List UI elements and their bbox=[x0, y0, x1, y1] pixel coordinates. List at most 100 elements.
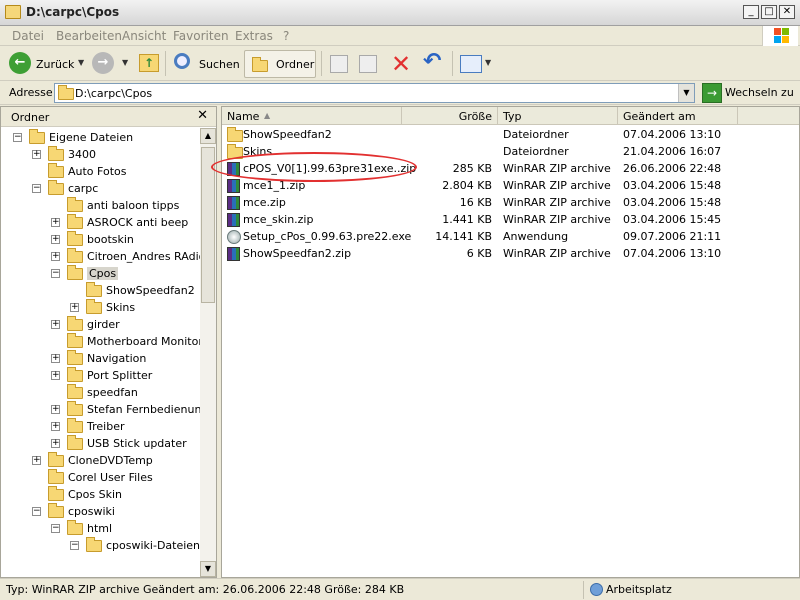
file-row[interactable]: ShowSpeedfan2 Dateiordner 07.04.2006 13:10 bbox=[222, 126, 782, 143]
computer-icon bbox=[590, 583, 603, 596]
tree-item-label: Stefan Fernbedienung bbox=[87, 403, 209, 416]
minimize-button[interactable]: _ bbox=[743, 5, 759, 19]
copy-to-icon[interactable] bbox=[359, 55, 377, 73]
file-modified: 03.04.2006 15:48 bbox=[623, 196, 722, 209]
column-name-label: Name bbox=[227, 110, 260, 123]
collapse-icon[interactable]: − bbox=[51, 524, 60, 533]
expand-icon[interactable]: + bbox=[51, 235, 60, 244]
folders-button[interactable]: Ordner bbox=[244, 50, 316, 78]
folder-icon bbox=[86, 537, 102, 552]
tree-item-label: Navigation bbox=[87, 352, 147, 365]
file-row[interactable]: Setup_cPos_0.99.63.pre22.exe 14.141 KB Anw… bbox=[222, 228, 782, 245]
menu-datei[interactable]: Datei bbox=[12, 29, 44, 43]
back-button[interactable]: Zurück bbox=[36, 58, 74, 71]
column-size[interactable]: Größe bbox=[402, 107, 498, 125]
column-modified[interactable]: Geändert am bbox=[618, 107, 738, 125]
views-icon[interactable] bbox=[460, 55, 482, 73]
expand-icon[interactable]: + bbox=[70, 303, 79, 312]
file-row[interactable]: mce_skin.zip 1.441 KB WinRAR ZIP archive 03… bbox=[222, 211, 782, 228]
collapse-icon[interactable]: − bbox=[32, 507, 41, 516]
folder-icon bbox=[67, 333, 83, 348]
list-header: Name ▲ Größe Typ Geändert am bbox=[222, 107, 799, 125]
delete-icon[interactable]: ✕ bbox=[391, 50, 411, 78]
tree-item-label: html bbox=[87, 522, 113, 535]
go-button[interactable]: Wechseln zu bbox=[725, 86, 794, 99]
expand-icon[interactable]: + bbox=[51, 405, 60, 414]
views-dropdown-icon[interactable]: ▼ bbox=[485, 58, 491, 67]
collapse-icon[interactable]: − bbox=[51, 269, 60, 278]
maximize-button[interactable]: □ bbox=[761, 5, 777, 19]
search-icon[interactable] bbox=[174, 53, 190, 69]
file-modified: 03.04.2006 15:45 bbox=[623, 213, 722, 226]
address-dropdown-icon[interactable]: ▼ bbox=[678, 84, 694, 102]
file-row[interactable]: ShowSpeedfan2.zip 6 KB WinRAR ZIP archive 0… bbox=[222, 245, 782, 262]
tree-item-label: bootskin bbox=[87, 233, 134, 246]
tree-item-label: speedfan bbox=[87, 386, 138, 399]
expand-icon[interactable]: + bbox=[51, 218, 60, 227]
menu-help[interactable]: ? bbox=[283, 29, 289, 43]
close-button[interactable]: ✕ bbox=[779, 5, 795, 19]
file-modified: 07.04.2006 13:10 bbox=[623, 247, 722, 260]
expand-icon[interactable]: + bbox=[32, 150, 41, 159]
file-name: ShowSpeedfan2 bbox=[243, 128, 332, 141]
forward-arrow-icon[interactable]: → bbox=[92, 52, 114, 74]
title-bar[interactable]: D:\carpc\Cpos _ □ ✕ bbox=[0, 0, 800, 26]
scroll-up-icon[interactable]: ▲ bbox=[200, 128, 216, 144]
menu-bearbeiten[interactable]: Bearbeiten bbox=[56, 29, 122, 43]
undo-icon[interactable]: ↶ bbox=[423, 49, 441, 74]
expand-icon[interactable]: + bbox=[51, 371, 60, 380]
status-zone: Arbeitsplatz bbox=[606, 583, 672, 596]
collapse-icon[interactable]: − bbox=[32, 184, 41, 193]
file-type: Dateiordner bbox=[503, 145, 569, 158]
column-type[interactable]: Typ bbox=[498, 107, 618, 125]
file-modified: 21.04.2006 16:07 bbox=[623, 145, 722, 158]
address-input[interactable]: D:\carpc\Cpos ▼ bbox=[54, 83, 695, 103]
tree-item-label: USB Stick updater bbox=[87, 437, 187, 450]
close-icon[interactable]: ✕ bbox=[197, 108, 208, 123]
tree-item-label: Skins bbox=[106, 301, 136, 314]
file-modified: 26.06.2006 22:48 bbox=[623, 162, 722, 175]
expand-icon[interactable]: + bbox=[51, 320, 60, 329]
expand-icon[interactable]: + bbox=[51, 252, 60, 261]
back-dropdown-icon[interactable]: ▼ bbox=[78, 58, 84, 67]
file-name: Setup_cPos_0.99.63.pre22.exe bbox=[243, 230, 412, 243]
collapse-icon[interactable]: − bbox=[70, 541, 79, 550]
folder-up-icon[interactable]: ↑ bbox=[139, 54, 159, 72]
file-type: WinRAR ZIP archive bbox=[503, 162, 611, 175]
file-size: 6 KB bbox=[466, 247, 492, 260]
file-name: ShowSpeedfan2.zip bbox=[243, 247, 352, 260]
tree-item-label: 3400 bbox=[68, 148, 96, 161]
file-name: mce.zip bbox=[243, 196, 286, 209]
move-to-icon[interactable] bbox=[330, 55, 348, 73]
tree-item-label: carpc bbox=[68, 182, 99, 195]
folder-icon bbox=[67, 316, 83, 331]
expand-icon[interactable]: + bbox=[51, 422, 60, 431]
menu-favoriten[interactable]: Favoriten bbox=[173, 29, 229, 43]
folder-icon bbox=[48, 163, 64, 178]
expand-icon[interactable]: + bbox=[51, 439, 60, 448]
folder-icon bbox=[48, 503, 64, 518]
expand-icon[interactable]: + bbox=[51, 354, 60, 363]
file-row[interactable]: mce.zip 16 KB WinRAR ZIP archive 03.04.2006… bbox=[222, 194, 782, 211]
folder-tree-scrollbar[interactable]: ▲ ▼ bbox=[200, 128, 216, 577]
windows-logo-icon bbox=[762, 26, 798, 46]
tree-item-label: ShowSpeedfan2 bbox=[106, 284, 195, 297]
expand-icon[interactable]: + bbox=[32, 456, 41, 465]
collapse-icon[interactable]: − bbox=[13, 133, 22, 142]
column-name[interactable]: Name ▲ bbox=[222, 107, 402, 125]
file-modified: 07.04.2006 13:10 bbox=[623, 128, 722, 141]
menu-extras[interactable]: Extras bbox=[235, 29, 273, 43]
menu-ansicht[interactable]: Ansicht bbox=[122, 29, 166, 43]
tree-item-label: cposwiki bbox=[68, 505, 115, 518]
forward-dropdown-icon[interactable]: ▼ bbox=[122, 58, 128, 67]
scroll-down-icon[interactable]: ▼ bbox=[200, 561, 216, 577]
winrar-zip-icon bbox=[227, 247, 240, 261]
file-modified: 03.04.2006 15:48 bbox=[623, 179, 722, 192]
file-type: WinRAR ZIP archive bbox=[503, 213, 611, 226]
back-arrow-icon[interactable]: ← bbox=[9, 52, 31, 74]
folder-icon bbox=[67, 248, 83, 263]
folder-icon bbox=[227, 127, 243, 142]
search-button[interactable]: Suchen bbox=[199, 58, 240, 71]
go-arrow-icon[interactable]: → bbox=[702, 83, 722, 103]
column-modified-label: Geändert am bbox=[623, 110, 696, 123]
